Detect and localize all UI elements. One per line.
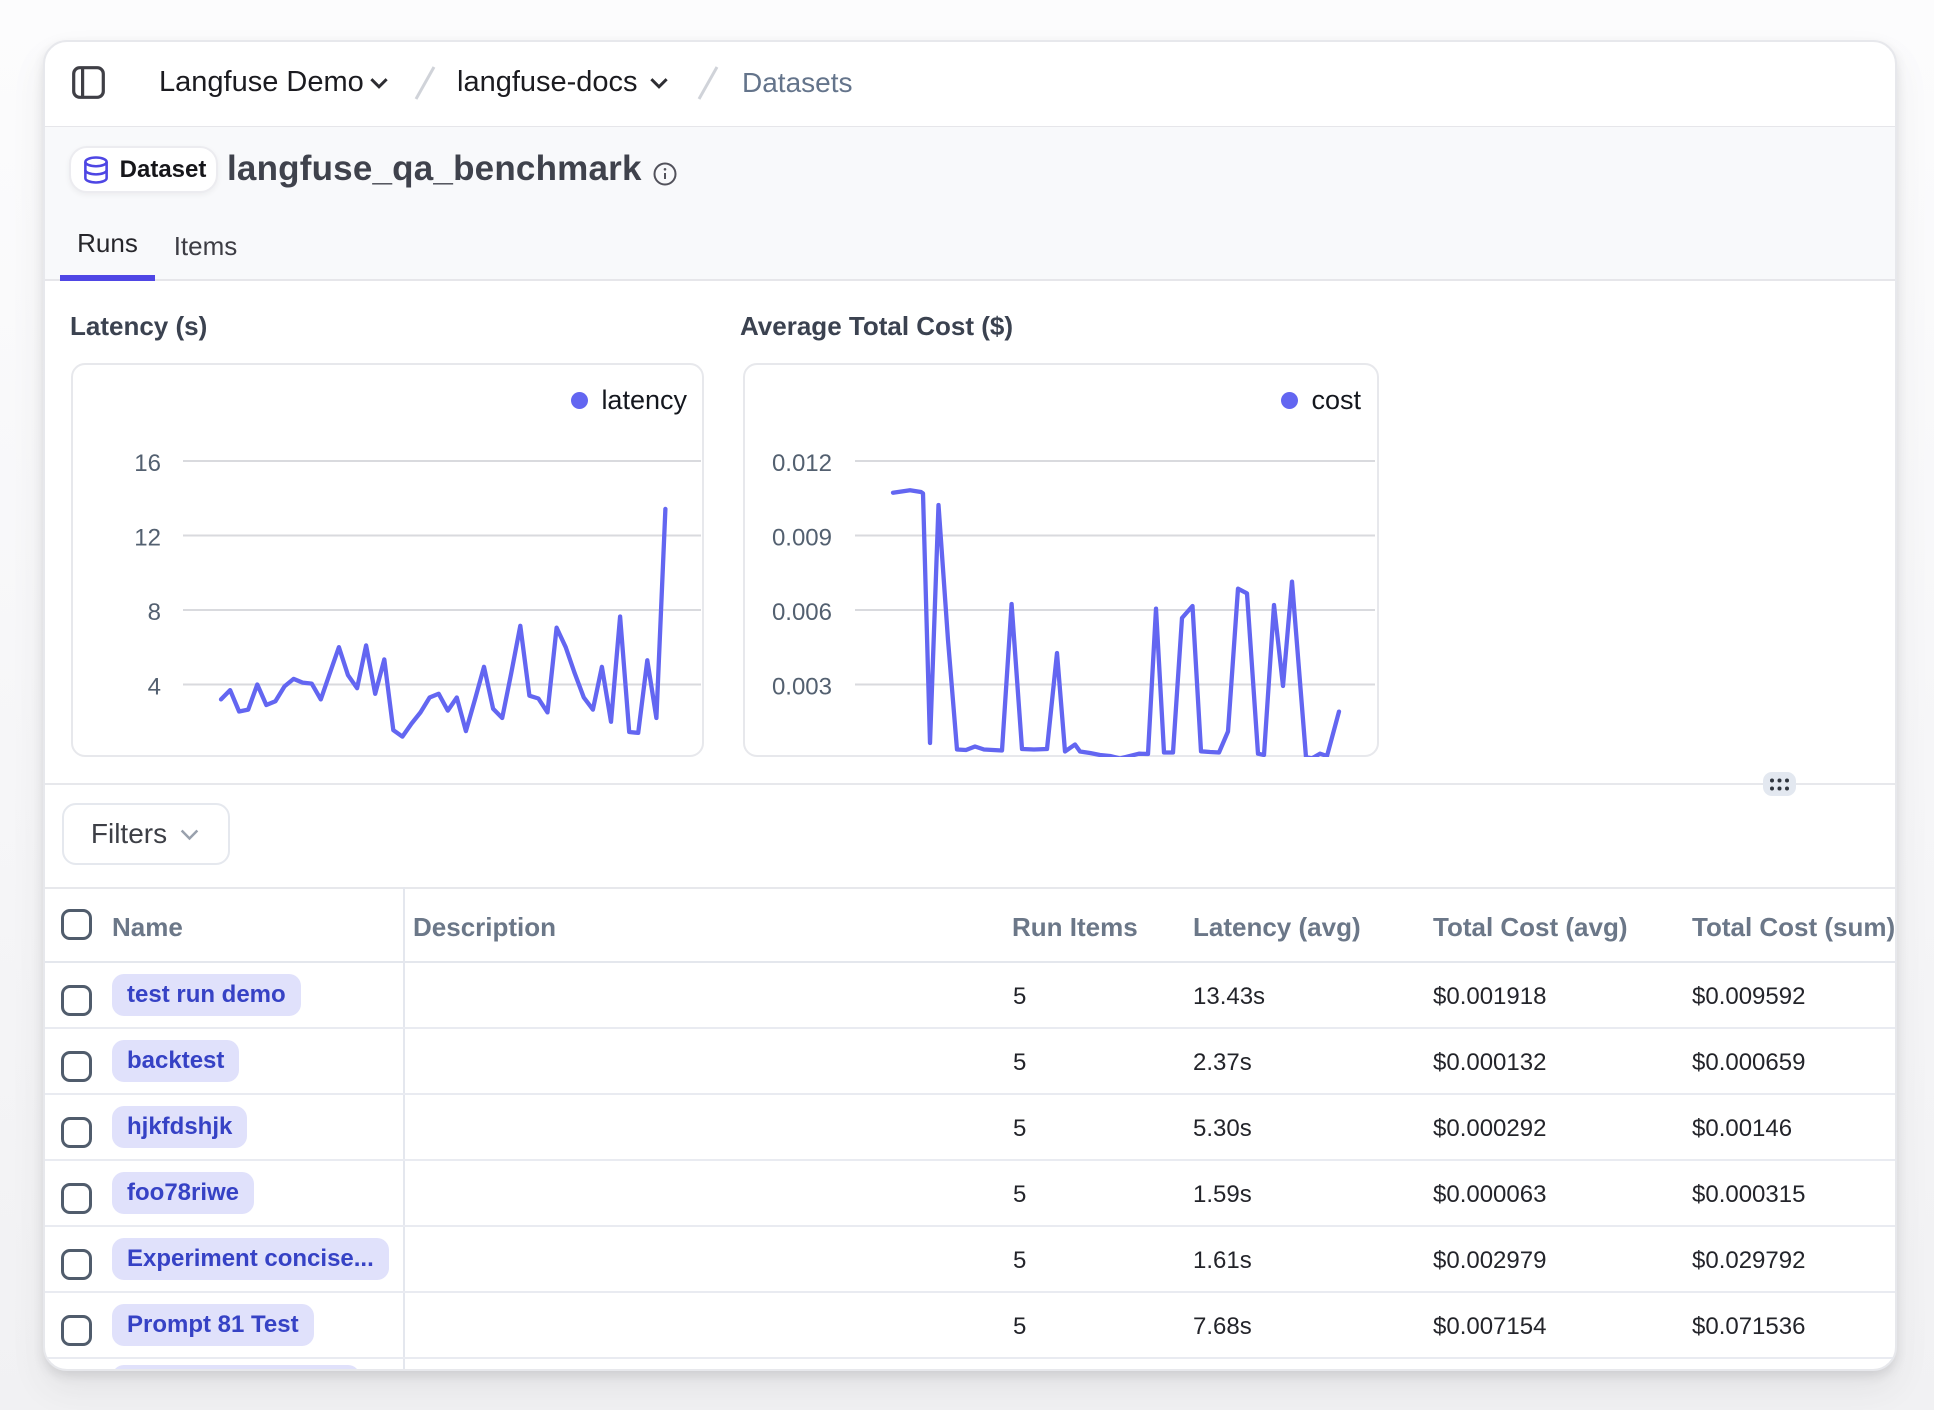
svg-text:4: 4 — [148, 674, 161, 701]
svg-text:0.012: 0.012 — [772, 450, 832, 477]
svg-text:0.006: 0.006 — [772, 599, 832, 626]
svg-text:12: 12 — [134, 525, 161, 552]
svg-text:16: 16 — [134, 450, 161, 477]
svg-text:0.003: 0.003 — [772, 674, 832, 701]
svg-text:0.009: 0.009 — [772, 525, 832, 552]
svg-text:8: 8 — [148, 599, 161, 626]
